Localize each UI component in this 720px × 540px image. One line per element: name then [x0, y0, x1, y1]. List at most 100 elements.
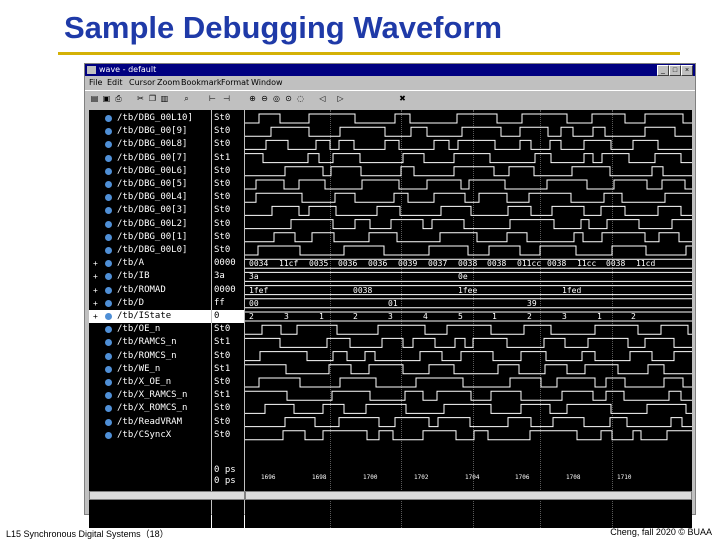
horizontal-scrollbar[interactable] — [245, 491, 692, 500]
signal-icon — [105, 194, 112, 202]
signal-row[interactable]: + /tb/IB — [89, 270, 211, 283]
expand-icon[interactable]: + — [93, 310, 98, 323]
expand-icon[interactable]: + — [93, 297, 98, 310]
ruler-tick-label: 1702 — [414, 474, 429, 481]
signal-name: /tb/ROMAD — [117, 284, 166, 295]
signal-trace — [245, 205, 692, 216]
window-title: wave - default — [99, 65, 157, 74]
close-icon[interactable]: × — [681, 65, 693, 76]
signal-row[interactable]: /tb/X_ROMCS_n — [89, 402, 211, 415]
signal-value: St0 — [214, 377, 231, 387]
signal-row[interactable]: /tb/DBG_00[1] — [89, 231, 211, 244]
zoom-in-icon[interactable]: ⊕ — [247, 93, 258, 104]
signal-row[interactable]: /tb/DBG_00[9] — [89, 125, 211, 138]
signal-row[interactable]: /tb/DBG_00L0] — [89, 244, 211, 257]
bus-value-label: 1fee — [458, 285, 478, 295]
signal-row[interactable]: /tb/ReadVRAM — [89, 416, 211, 429]
signal-row[interactable]: /tb/RAMCS_n — [89, 336, 211, 349]
signal-icon — [105, 326, 112, 334]
bus-value-label: 3 — [284, 312, 289, 321]
stop-icon[interactable]: ✖ — [397, 93, 408, 104]
signal-icon — [105, 352, 112, 360]
signal-value: St0 — [214, 416, 231, 427]
save-icon[interactable]: ▣ — [101, 93, 112, 104]
zoom-full-icon[interactable]: ◎ — [271, 93, 282, 104]
signal-row[interactable]: /tb/X_OE_n — [89, 376, 211, 389]
signal-name: /tb/IState — [117, 311, 172, 321]
signal-row[interactable]: /tb/ROMCS_n — [89, 350, 211, 363]
ruler-tick-label: 1696 — [261, 474, 276, 481]
signal-row[interactable]: /tb/DBG_00L8] — [89, 138, 211, 151]
find-icon[interactable]: ⌕ — [181, 93, 192, 104]
signal-row[interactable]: + /tb/ROMAD — [89, 284, 211, 297]
expand-icon[interactable]: + — [93, 257, 98, 270]
menu-zoom[interactable]: Zoom — [157, 76, 180, 89]
signal-icon — [105, 392, 112, 400]
cursor-time-value: 0 ps — [214, 476, 236, 486]
signal-value: St0 — [214, 218, 231, 229]
signal-value: St0 — [214, 350, 231, 361]
title-underline — [58, 52, 680, 55]
signal-row[interactable]: /tb/DBG_00L10] — [89, 112, 211, 125]
bus-value-label: 1 — [492, 312, 497, 321]
signal-row[interactable]: /tb/DBG_00L6] — [89, 165, 211, 178]
waveform-window: wave - default _ □ × File Edit Cursor Zoom B… — [84, 63, 696, 528]
signal-row[interactable]: + /tb/D — [89, 297, 211, 310]
bus-value-label: 1 — [319, 312, 324, 321]
signal-icon — [105, 339, 112, 347]
signal-row[interactable]: /tb/WE_n — [89, 363, 211, 376]
signal-trace — [245, 390, 692, 401]
signal-trace — [245, 179, 692, 190]
copy-icon[interactable]: ❐ — [147, 93, 158, 104]
paste-icon[interactable]: ▥ — [159, 93, 170, 104]
cursor-delete-icon[interactable]: ⊣ — [221, 93, 232, 104]
expand-icon[interactable]: + — [93, 270, 98, 283]
horizontal-scrollbar[interactable] — [89, 491, 245, 500]
menu-cursor[interactable]: Cursor — [129, 76, 155, 89]
signal-row[interactable]: /tb/CSyncX — [89, 429, 211, 442]
signal-row[interactable]: /tb/DBG_00[3] — [89, 204, 211, 217]
signal-row[interactable]: /tb/OE_n — [89, 323, 211, 336]
signal-trace — [245, 337, 692, 348]
waveform-pane[interactable]: 0034 11cf 0035 0036 0036 0039 0037 0038 0038 011c… — [245, 110, 692, 528]
menu-edit[interactable]: Edit — [107, 76, 123, 89]
signal-row[interactable]: /tb/DBG_00[7] — [89, 152, 211, 165]
cursor-add-icon[interactable]: ⊢ — [207, 93, 218, 104]
minimize-icon[interactable]: _ — [657, 65, 669, 76]
zoom-range-icon[interactable]: ⊙ — [283, 93, 294, 104]
signal-row[interactable]: /tb/X_RAMCS_n — [89, 389, 211, 402]
signal-icon — [105, 167, 112, 175]
maximize-icon[interactable]: □ — [669, 65, 681, 76]
signal-row[interactable]: /tb/DBG_00L4] — [89, 191, 211, 204]
bus-trace — [245, 271, 692, 282]
signal-value: 0 — [212, 310, 244, 323]
signal-trace — [245, 192, 692, 203]
signal-name: /tb/DBG_00L8] — [117, 139, 188, 150]
expand-icon[interactable]: + — [93, 284, 98, 297]
zoom-last-icon[interactable]: ◌ — [295, 93, 306, 104]
menu-bookmark[interactable]: Bookmark — [181, 76, 222, 89]
signal-name: /tb/ReadVRAM — [117, 416, 183, 427]
signal-icon — [105, 128, 112, 136]
signal-name: /tb/DBG_00L4] — [117, 192, 188, 203]
bus-value-label: 1fef — [249, 285, 269, 295]
signal-names-pane[interactable]: /tb/DBG_00L10] /tb/DBG_00[9] /tb/DBG_00L8]… — [89, 110, 211, 528]
ruler-tick-label: 1698 — [312, 474, 327, 481]
signal-row[interactable]: + /tb/A — [89, 257, 211, 270]
signal-row[interactable]: /tb/DBG_00L2] — [89, 218, 211, 231]
menu-file[interactable]: File — [89, 76, 102, 89]
bus-value-label: 00 — [249, 298, 259, 308]
menu-format[interactable]: Format — [221, 76, 249, 89]
signal-value: 3a — [214, 271, 225, 282]
signal-values-pane[interactable]: St0 St0 St0 St1 St0 St0 St0 St0 St0 St0 St0 0000 3a 0… — [212, 110, 244, 528]
menu-window[interactable]: Window — [251, 76, 283, 89]
open-icon[interactable]: ▤ — [89, 93, 100, 104]
signal-row[interactable]: + /tb/IState — [89, 310, 211, 323]
zoom-out-icon[interactable]: ⊖ — [259, 93, 270, 104]
print-icon[interactable]: ⎙ — [113, 93, 124, 104]
find-prev-icon[interactable]: ◁ — [317, 93, 328, 104]
signal-row[interactable]: /tb/DBG_00[5] — [89, 178, 211, 191]
signal-trace — [245, 232, 692, 243]
find-next-icon[interactable]: ▷ — [335, 93, 346, 104]
cut-icon[interactable]: ✂ — [135, 93, 146, 104]
